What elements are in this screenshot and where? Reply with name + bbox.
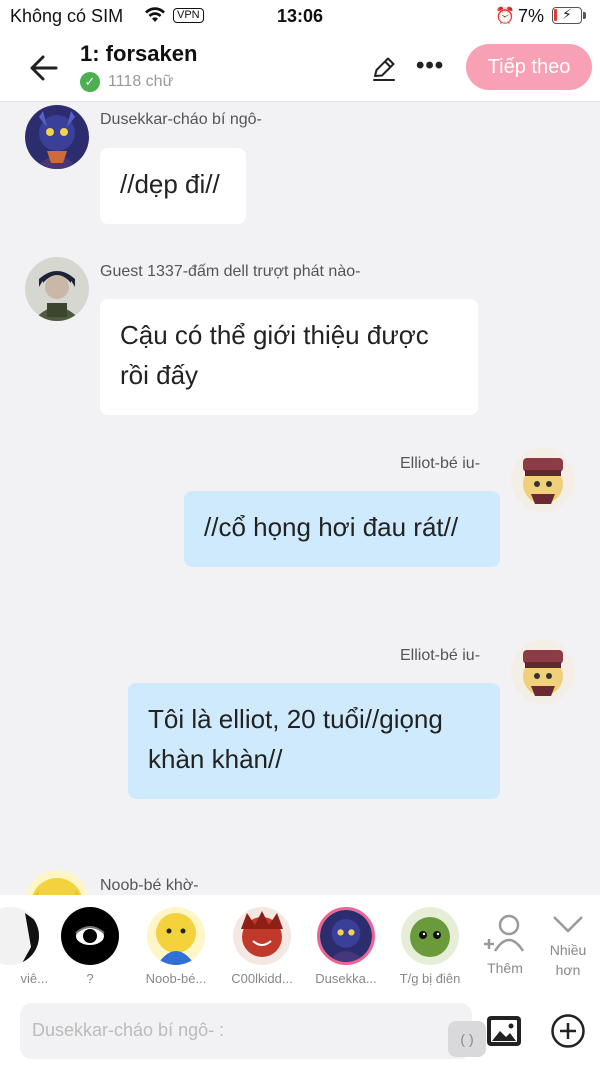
add-character-label: Thêm: [487, 960, 523, 976]
image-icon[interactable]: [486, 1015, 522, 1047]
word-count-label: 1118 chữ: [108, 73, 174, 90]
more-options-icon[interactable]: •••: [416, 52, 444, 80]
sender-name: Elliot-bé iu-: [400, 455, 481, 472]
sender-name: Guest 1337-đấm dell trượt phát nào-: [100, 263, 361, 280]
avatar-elliot[interactable]: [511, 448, 575, 512]
input-placeholder: Dusekkar-cháo bí ngô- :: [32, 1020, 225, 1040]
character-chip[interactable]: Noob-bé...: [136, 907, 216, 986]
check-icon: ✓: [80, 72, 100, 92]
add-character-button[interactable]: Thêm: [478, 913, 532, 976]
avatar-dusekkar[interactable]: [25, 105, 89, 169]
sender-name: Elliot-bé iu-: [400, 647, 481, 664]
battery-icon: ⚡: [552, 6, 582, 24]
chat-area[interactable]: Dusekkar-cháo bí ngô- //dẹp đi// Guest 1…: [0, 103, 600, 895]
message-bubble[interactable]: Tôi là elliot, 20 tuổi//giọng khàn khàn/…: [128, 683, 500, 799]
character-avatar: [401, 907, 459, 965]
character-chip[interactable]: T/g bị điên: [390, 907, 470, 986]
character-label: ?: [86, 971, 94, 986]
character-bar: viê... ? Noob-bé... C00lkidd... Dusekka.…: [0, 895, 600, 995]
character-avatar: [147, 907, 205, 965]
more-characters-label: Nhiều hơn: [549, 942, 587, 978]
character-chip[interactable]: C00lkidd...: [222, 907, 302, 986]
next-button[interactable]: Tiếp theo: [466, 44, 592, 90]
character-avatar: [0, 907, 39, 965]
plus-circle-icon[interactable]: [550, 1013, 586, 1049]
add-person-icon: [484, 914, 525, 952]
character-label: Noob-bé...: [145, 971, 207, 986]
edit-pencil-icon[interactable]: [370, 54, 398, 82]
input-bar: Dusekkar-cháo bí ngô- : ( ): [0, 995, 600, 1067]
sender-name: Noob-bé khờ-: [100, 877, 199, 894]
battery-percent: 7%: [518, 6, 545, 26]
message-input[interactable]: Dusekkar-cháo bí ngô- : ( ): [20, 1003, 486, 1059]
word-count: ✓ 1118 chữ: [80, 72, 173, 92]
status-bar: Không có SIM VPN 13:06 ⏰ 7% ⚡: [0, 0, 600, 34]
chat-header: 1: forsaken ✓ 1118 chữ ••• Tiếp theo: [0, 34, 600, 102]
more-characters-button[interactable]: Nhiều hơn: [538, 913, 598, 980]
message-bubble[interactable]: //dẹp đi//: [100, 148, 246, 224]
back-arrow-icon[interactable]: [26, 50, 62, 86]
message-bubble[interactable]: Cậu có thể giới thiệu được rồi đấy: [100, 299, 478, 415]
character-avatar: [233, 907, 291, 965]
alarm-icon: ⏰: [495, 8, 515, 25]
character-label: Dusekka...: [315, 971, 377, 986]
avatar-guest-1337[interactable]: [25, 257, 89, 321]
character-avatar: [317, 907, 375, 965]
sender-name: Dusekkar-cháo bí ngô-: [100, 111, 262, 128]
character-chip[interactable]: viê...: [0, 907, 50, 986]
story-title: 1: forsaken: [80, 41, 198, 66]
character-label: C00lkidd...: [231, 971, 293, 986]
avatar-noob[interactable]: [25, 870, 89, 895]
action-paren-button[interactable]: ( ): [448, 1021, 486, 1057]
character-label: viê...: [20, 971, 48, 986]
chevron-down-icon: [553, 916, 583, 933]
message-bubble[interactable]: //cổ họng hơi đau rát//: [184, 491, 500, 567]
character-chip[interactable]: ?: [50, 907, 130, 986]
character-chip[interactable]: Dusekka...: [306, 907, 386, 986]
avatar-elliot[interactable]: [511, 640, 575, 704]
character-avatar: [61, 907, 119, 965]
character-label: T/g bị điên: [399, 971, 461, 986]
